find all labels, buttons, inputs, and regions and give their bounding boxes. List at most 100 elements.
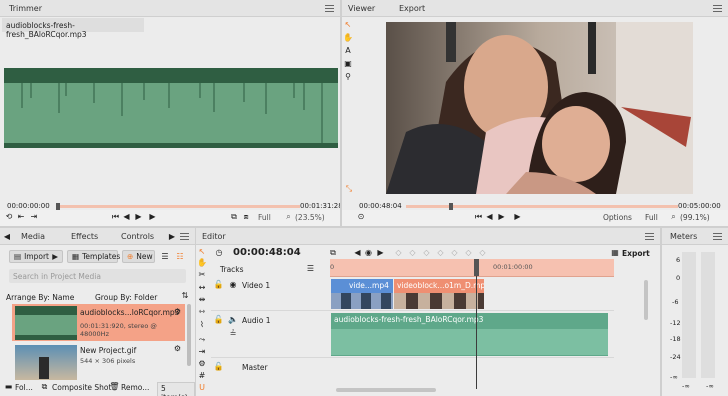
marker-icon-4[interactable]: ◇ <box>436 248 445 258</box>
ripple-tool-icon[interactable]: ⇿ <box>197 307 207 317</box>
trimmer-scrubber-handle[interactable] <box>56 203 60 210</box>
meters-menu-icon[interactable] <box>713 231 722 240</box>
import-button[interactable]: ▤ Import ▶ <box>9 250 63 263</box>
pointer-tool-icon[interactable]: ↖ <box>343 20 353 30</box>
audio-clip[interactable]: audioblocks-fresh-fresh_BAloRCqor.mp3 <box>331 313 608 356</box>
pin-tool-icon[interactable]: ⚲ <box>343 72 353 82</box>
trimmer-zoom-value[interactable]: (23.5%) <box>295 213 325 222</box>
tab-effects[interactable]: Effects <box>71 232 98 241</box>
viewer-quality-select[interactable]: Full <box>645 213 658 222</box>
grid-tool-icon[interactable]: # <box>197 371 207 381</box>
loop-icon[interactable]: ⟲ <box>4 212 14 222</box>
audio-fx-icon[interactable]: ≟ <box>228 329 238 338</box>
viewer-options-button[interactable]: Options <box>603 213 632 222</box>
tabs-forward-icon[interactable]: ▶ <box>168 232 176 241</box>
viewer-step-forward-icon[interactable]: ▶ <box>497 212 506 222</box>
templates-button[interactable]: ▦ Templates <box>67 250 120 263</box>
export-button[interactable]: Export <box>622 249 650 258</box>
viewer-zoom-icon[interactable]: ⌕ <box>669 212 678 222</box>
tab-controls[interactable]: Controls <box>121 232 154 241</box>
trimmer-menu-icon[interactable] <box>325 3 334 12</box>
mark-out-icon[interactable]: ⇥ <box>29 212 39 222</box>
marker-icon-3[interactable]: ◇ <box>422 248 431 258</box>
mark-in-icon[interactable]: ⇤ <box>16 212 26 222</box>
arrange-by-select[interactable]: Arrange By: Name <box>6 293 74 302</box>
group-by-select[interactable]: Group By: Folder <box>95 293 157 302</box>
trimmer-zoom-icon[interactable]: ⌕ <box>284 212 293 222</box>
mask-tool-icon[interactable]: ▣ <box>343 59 353 69</box>
tab-trimmer[interactable]: Trimmer <box>9 4 42 13</box>
roll-tool-icon[interactable]: ⌇ <box>197 320 207 330</box>
sort-order-icon[interactable]: ⇅ <box>180 291 190 301</box>
transport-loop-icon[interactable]: ⧉ <box>328 248 338 258</box>
settings-tool-icon[interactable]: ⚙ <box>197 359 207 369</box>
marker-icon-6[interactable]: ◇ <box>464 248 473 258</box>
viewer-menu-icon[interactable] <box>713 3 722 12</box>
remove-button[interactable]: Remo... <box>121 383 149 392</box>
folder-icon[interactable]: ▬ <box>4 382 13 391</box>
video-clip-b[interactable]: videoblock...o1m_D.mp4 <box>394 279 484 309</box>
overwrite-clip-icon[interactable]: ⧈ <box>241 212 251 222</box>
trimmer-scrubber[interactable] <box>56 203 300 210</box>
step-forward-icon[interactable]: ▶ <box>134 212 143 222</box>
select-tool-icon[interactable]: ↖ <box>197 247 207 257</box>
tab-meters[interactable]: Meters <box>670 232 697 241</box>
export-icon[interactable]: ▦ <box>610 248 620 258</box>
viewer-play-icon[interactable]: ▶ <box>513 212 522 222</box>
media-item-settings-icon-2[interactable]: ⚙ <box>173 344 182 353</box>
resize-corner-icon[interactable]: ⤡ <box>344 184 354 194</box>
timeline-vscrollbar[interactable] <box>644 280 648 320</box>
new-button[interactable]: ⊕ New <box>122 250 155 263</box>
composite-icon[interactable]: ⧉ <box>40 382 49 391</box>
media-search-field[interactable]: Search in Project Media <box>9 269 186 283</box>
video-preview[interactable] <box>386 22 693 194</box>
timeline-ruler[interactable]: 0 00:01:00:00 <box>330 259 614 277</box>
transport-forward-icon[interactable]: ▶ <box>376 248 385 258</box>
play-icon[interactable]: ▶ <box>148 212 157 222</box>
slip-tool-icon[interactable]: ↔ <box>197 283 207 293</box>
viewer-skip-start-icon[interactable]: ⏮ <box>474 212 483 222</box>
media-item-settings-icon[interactable]: ⚙ <box>173 307 182 316</box>
video-clip-a[interactable]: vide...mp4 <box>331 279 393 309</box>
tab-export[interactable]: Export <box>399 4 425 13</box>
skip-start-icon[interactable]: ⏮ <box>111 212 120 222</box>
video-visible-icon[interactable]: ◉ <box>228 280 238 289</box>
insert-clip-icon[interactable]: ⧉ <box>229 212 239 222</box>
trimmer-quality-select[interactable]: Full <box>258 213 271 222</box>
transport-back-icon[interactable]: ◀ <box>353 248 362 258</box>
magnet-tool-icon[interactable]: U <box>197 383 207 393</box>
media-scrollbar[interactable] <box>187 304 191 366</box>
marker-icon-2[interactable]: ◇ <box>408 248 417 258</box>
trash-icon[interactable]: 🗑 <box>109 382 119 391</box>
viewer-scrubber-handle[interactable] <box>449 203 453 210</box>
audio-lock-icon[interactable]: 🔓 <box>214 315 224 324</box>
editor-menu-icon[interactable] <box>645 231 654 240</box>
trimmer-file-tab[interactable]: audioblocks-fresh-fresh_BAloRCqor.mp3 <box>2 18 144 39</box>
timeline-scrollbar[interactable] <box>336 388 436 392</box>
folder-button[interactable]: Fol... <box>15 383 33 392</box>
text-tool-icon[interactable]: A <box>343 46 353 56</box>
marker-icon-1[interactable]: ◇ <box>394 248 403 258</box>
snapshot-icon[interactable]: ⊙ <box>356 212 366 222</box>
tabs-back-icon[interactable]: ◀ <box>3 232 11 241</box>
playhead-line[interactable] <box>476 259 477 389</box>
list-view-icon[interactable]: ☰ <box>160 252 170 262</box>
hand-tool-icon[interactable]: ✋ <box>343 33 353 43</box>
media-item-audio[interactable]: audioblocks...loRCqor.mp3 00:01:31:920, … <box>12 304 185 341</box>
grid-view-icon[interactable]: ☷ <box>175 252 185 262</box>
video-lock-icon[interactable]: 🔓 <box>214 280 224 289</box>
audio-speaker-icon[interactable]: 🔈 <box>228 315 238 324</box>
transport-record-icon[interactable]: ◉ <box>364 248 373 258</box>
tab-editor[interactable]: Editor <box>202 232 226 241</box>
slide-tool-icon[interactable]: ⇹ <box>197 295 207 305</box>
media-menu-icon[interactable] <box>180 231 189 240</box>
step-back-icon[interactable]: ◀ <box>122 212 131 222</box>
media-item-gif[interactable]: New Project.gif 544 × 306 pixels ⚙ <box>12 344 185 381</box>
rate-tool-icon[interactable]: ⇥ <box>197 347 207 357</box>
trimmer-waveform[interactable] <box>4 68 338 148</box>
marker-icon-5[interactable]: ◇ <box>450 248 459 258</box>
tab-media[interactable]: Media <box>21 232 45 241</box>
tab-viewer[interactable]: Viewer <box>348 4 375 13</box>
razor-tool-icon[interactable]: ✂ <box>197 270 207 280</box>
snap-tool-icon[interactable]: ⤳ <box>197 335 207 345</box>
